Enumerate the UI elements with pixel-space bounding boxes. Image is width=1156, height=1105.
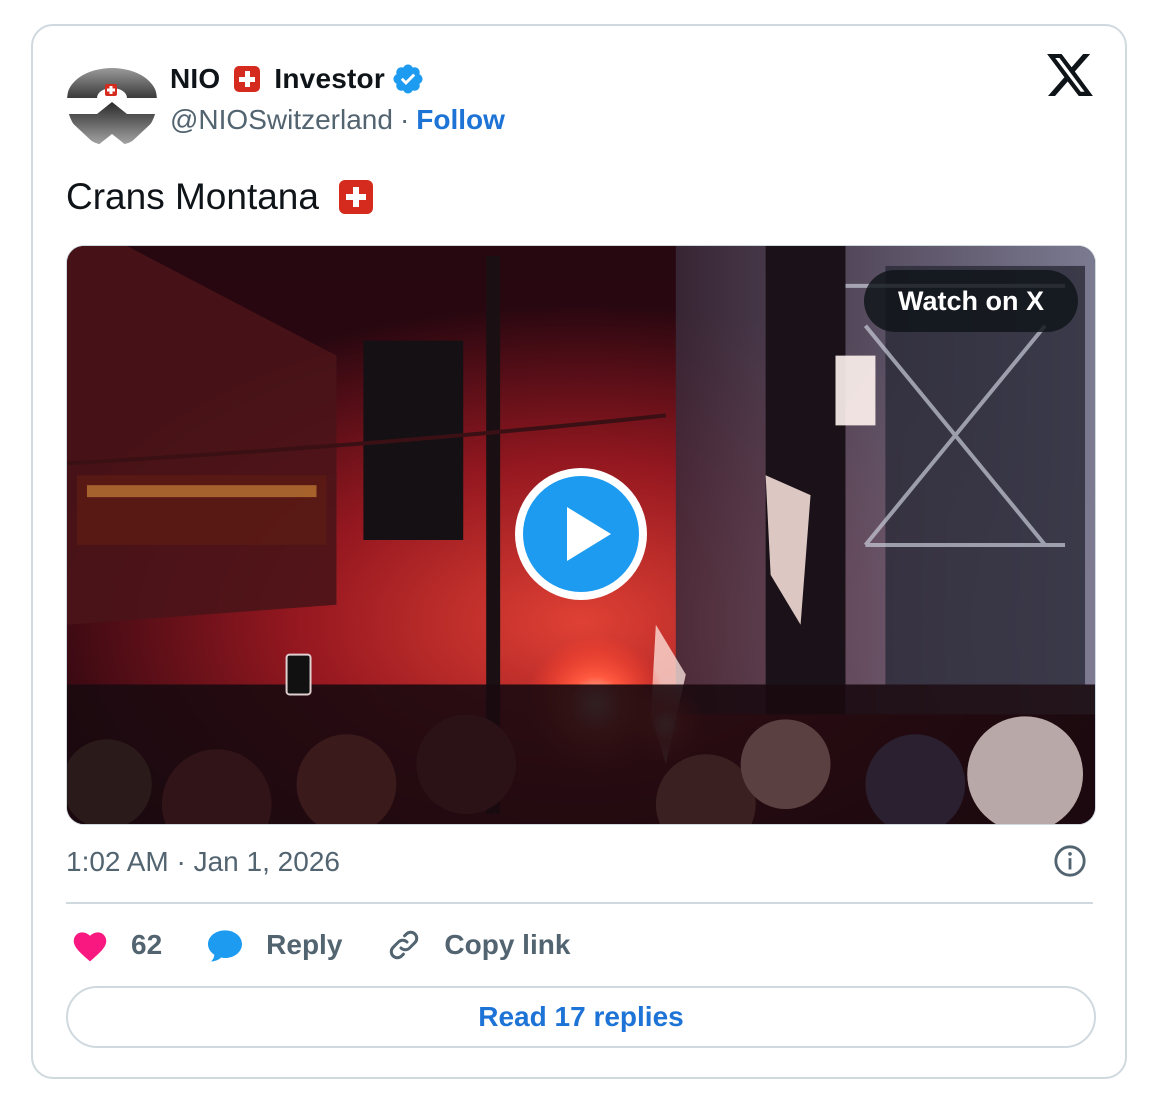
tweet-card: NIO Investor @NIOSwitzerland · Follow Cr… <box>31 24 1127 1079</box>
link-icon <box>390 930 419 960</box>
video-player[interactable]: Watch on X <box>66 245 1096 825</box>
info-icon[interactable] <box>1053 844 1087 878</box>
x-logo-icon[interactable] <box>1047 54 1093 96</box>
separator-dot: · <box>399 104 410 135</box>
tweet-text: Crans Montana <box>66 176 387 218</box>
reply-button[interactable]: Reply <box>206 928 342 962</box>
verified-badge-icon <box>393 64 423 94</box>
reply-label: Reply <box>266 929 343 960</box>
follow-button[interactable]: Follow <box>416 104 505 136</box>
likes-count: 62 <box>131 929 163 960</box>
avatar-logo-icon <box>67 68 157 146</box>
play-icon <box>523 476 639 592</box>
tweet-timestamp[interactable]: 1:02 AM · Jan 1, 2026 <box>66 846 340 878</box>
swiss-flag-icon <box>234 66 261 92</box>
copy-link-label: Copy link <box>444 929 571 960</box>
read-replies-button[interactable]: Read 17 replies <box>66 986 1096 1048</box>
tweet-text-content: Crans Montana <box>66 176 319 217</box>
copy-link-button[interactable]: Copy link <box>386 927 570 963</box>
avatar[interactable] <box>67 56 157 146</box>
heart-icon <box>73 932 107 962</box>
author-handle-row: @NIOSwitzerland · Follow <box>170 104 505 136</box>
author-handle[interactable]: @NIOSwitzerland <box>170 104 393 136</box>
divider <box>66 902 1093 904</box>
author-name-row[interactable]: NIO Investor <box>170 59 425 99</box>
like-button[interactable]: 62 <box>71 928 162 962</box>
swiss-flag-icon <box>338 180 373 214</box>
play-button[interactable] <box>515 468 647 600</box>
author-name-part1: NIO <box>170 63 221 94</box>
action-bar: 62 Reply Copy link <box>71 924 614 966</box>
watch-on-x-button[interactable]: Watch on X <box>864 270 1078 332</box>
author-name-part2: Investor <box>274 63 385 94</box>
speech-bubble-icon <box>208 930 243 962</box>
